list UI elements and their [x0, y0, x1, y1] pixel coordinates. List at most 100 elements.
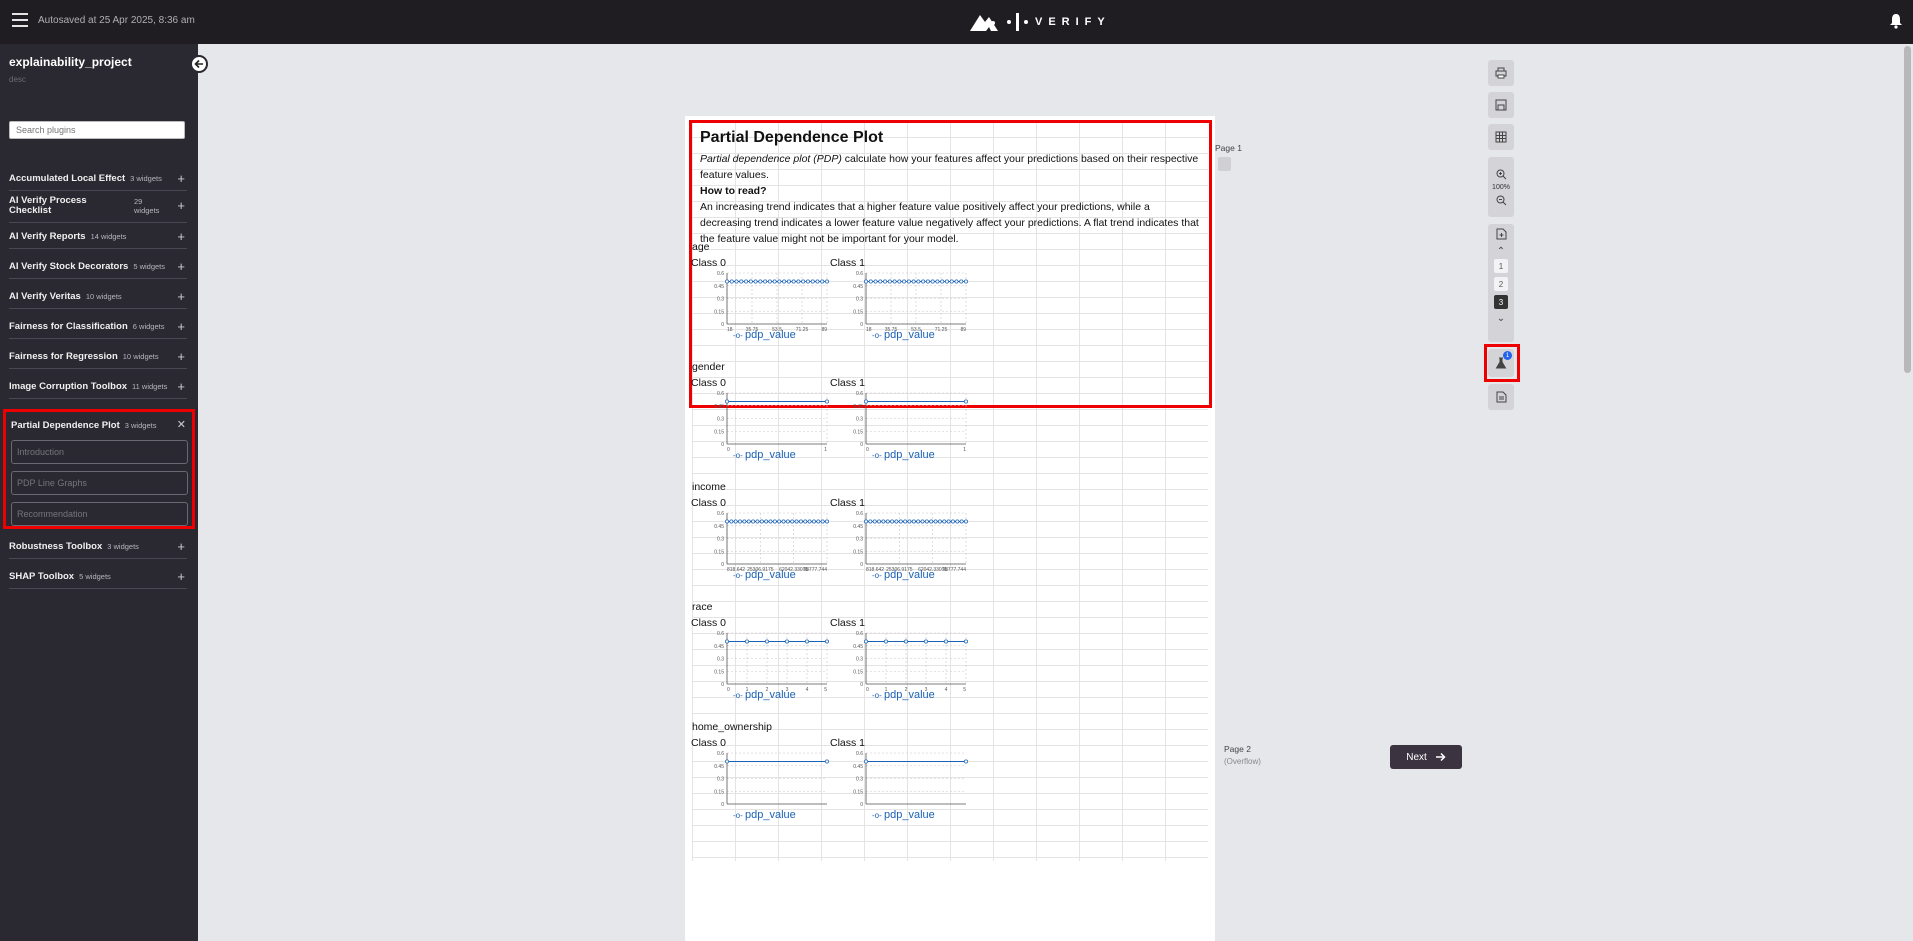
legend-pdp-value[interactable]: -o- pdp_value — [872, 689, 935, 701]
class-label: Class 0 — [691, 377, 727, 389]
widget-count: 11 widgets — [132, 382, 168, 391]
plus-icon[interactable]: + — [177, 319, 185, 334]
plugin-ai-verify-reports[interactable]: AI Verify Reports 14 widgets + — [9, 225, 187, 249]
plus-icon[interactable]: + — [177, 289, 185, 304]
y-tick-label: 0.6 — [717, 751, 724, 757]
page-number-1[interactable]: 1 — [1494, 259, 1508, 273]
plugin-ai-verify-veritas[interactable]: AI Verify Veritas 10 widgets + — [9, 285, 187, 309]
collapse-sidebar-button[interactable] — [190, 55, 208, 73]
plugin-fairness-for-regression[interactable]: Fairness for Regression 10 widgets + — [9, 345, 187, 369]
plus-icon[interactable]: + — [177, 379, 185, 394]
grid-toggle-button[interactable] — [1488, 124, 1514, 150]
data-point — [738, 519, 742, 524]
print-button[interactable] — [1488, 60, 1514, 86]
widget-count: 29 widgets — [134, 196, 160, 215]
plugin-name: AI Verify Stock Decorators — [9, 261, 129, 272]
search-plugins-input[interactable] — [9, 121, 185, 139]
logo-text: VERIFY — [1035, 16, 1111, 28]
legend-pdp-value[interactable]: -o- pdp_value — [733, 809, 796, 821]
report-title: Partial Dependence Plot — [700, 129, 884, 146]
chevron-up-icon[interactable]: ⌃ — [1497, 246, 1505, 257]
plugin-shap-toolbox[interactable]: SHAP Toolbox 5 widgets + — [9, 565, 187, 589]
scrollbar-thumb[interactable] — [1904, 46, 1911, 373]
legend-marker-icon: -o- — [733, 331, 745, 340]
how-to-read-heading: How to read? — [700, 185, 767, 197]
widget-introduction[interactable]: Introduction — [11, 440, 188, 464]
plus-icon[interactable]: + — [177, 349, 185, 364]
data-point — [892, 279, 897, 284]
legend-pdp-value[interactable]: -o- pdp_value — [733, 329, 796, 341]
y-tick-label: 0.45 — [853, 404, 863, 410]
data-point — [924, 519, 929, 524]
data-point — [825, 279, 829, 284]
plus-icon[interactable]: + — [177, 171, 185, 186]
bell-icon[interactable] — [1889, 13, 1903, 29]
intro-widget[interactable]: Partial Dependence Plot Partial dependen… — [700, 129, 1200, 247]
y-tick-label: 0.45 — [853, 644, 863, 650]
data-point — [803, 519, 808, 524]
plus-icon[interactable]: + — [177, 229, 185, 244]
add-page-icon[interactable] — [1496, 228, 1507, 240]
data-point — [755, 519, 760, 524]
zoom-out-icon[interactable] — [1496, 195, 1507, 206]
plugin-ai-verify-process-checklist[interactable]: AI Verify Process Checklist 29 widgets + — [9, 189, 187, 223]
data-point — [734, 279, 739, 284]
plugin-robustness-toolbox[interactable]: Robustness Toolbox 3 widgets + — [9, 535, 187, 559]
plus-icon[interactable]: + — [177, 569, 185, 584]
widget-recommendation[interactable]: Recommendation — [11, 502, 188, 526]
y-tick-label: 0.6 — [717, 391, 724, 397]
data-point — [959, 279, 964, 284]
class-label: Class 0 — [691, 497, 727, 509]
y-tick-label: 0 — [860, 442, 863, 448]
data-point — [959, 519, 964, 524]
menu-icon[interactable] — [12, 13, 28, 27]
plus-icon[interactable]: + — [177, 259, 185, 274]
data-point — [798, 519, 803, 524]
chevron-down-icon[interactable]: ⌄ — [1497, 313, 1505, 324]
plugin-name: Partial Dependence Plot — [11, 419, 120, 431]
plugin-partial-dependence-plot[interactable]: Partial Dependence Plot 3 widgets ✕ — [11, 413, 188, 437]
legend-pdp-value[interactable]: -o- pdp_value — [733, 689, 796, 701]
y-tick-label: 0.3 — [717, 537, 724, 543]
aiverify-logo: VERIFY — [969, 11, 1111, 33]
legend-marker-icon: -o- — [733, 691, 745, 700]
save-button[interactable] — [1488, 92, 1514, 118]
plugin-image-corruption-toolbox[interactable]: Image Corruption Toolbox 11 widgets + — [9, 375, 187, 399]
widget-count: 6 widgets — [132, 322, 165, 331]
data-point — [765, 639, 769, 644]
data-point — [945, 279, 949, 284]
plugin-accumulated-local-effect[interactable]: Accumulated Local Effect 3 widgets + — [9, 167, 187, 191]
legend-pdp-value[interactable]: -o- pdp_value — [872, 809, 935, 821]
class-label: Class 1 — [830, 617, 866, 629]
legend-pdp-value[interactable]: -o- pdp_value — [733, 569, 796, 581]
widget-pdp-line-graphs[interactable]: PDP Line Graphs — [11, 471, 188, 495]
data-point — [873, 279, 878, 284]
legend-pdp-value[interactable]: -o- pdp_value — [872, 329, 935, 341]
zoom-in-icon[interactable] — [1496, 169, 1507, 180]
y-tick-label: 0.45 — [853, 764, 863, 770]
legend-label: pdp_value — [884, 329, 935, 341]
report-page: Partial Dependence Plot Partial dependen… — [685, 116, 1215, 941]
legend-pdp-value[interactable]: -o- pdp_value — [872, 569, 935, 581]
plugin-ai-verify-stock-decorators[interactable]: AI Verify Stock Decorators 5 widgets + — [9, 255, 187, 279]
data-point — [883, 279, 887, 284]
data-point — [805, 639, 809, 644]
data-point — [825, 639, 829, 644]
data-point — [898, 519, 903, 524]
legend-pdp-value[interactable]: -o- pdp_value — [733, 449, 796, 461]
close-icon[interactable]: ✕ — [177, 418, 186, 431]
data-point — [864, 639, 868, 644]
plus-icon[interactable]: + — [177, 539, 185, 554]
document-button[interactable] — [1488, 384, 1514, 410]
plugin-fairness-for-classification[interactable]: Fairness for Classification 6 widgets + — [9, 315, 187, 339]
trash-icon[interactable] — [1218, 157, 1231, 171]
page-number-2[interactable]: 2 — [1494, 277, 1508, 291]
plus-icon[interactable]: + — [177, 198, 185, 213]
next-button[interactable]: Next — [1390, 745, 1462, 769]
page-number-3[interactable]: 3 — [1494, 295, 1508, 309]
y-tick-label: 0.3 — [717, 657, 724, 663]
legend-pdp-value[interactable]: -o- pdp_value — [872, 449, 935, 461]
data-point — [729, 519, 734, 524]
y-tick-label: 0.6 — [717, 631, 724, 637]
data-point — [725, 519, 729, 524]
